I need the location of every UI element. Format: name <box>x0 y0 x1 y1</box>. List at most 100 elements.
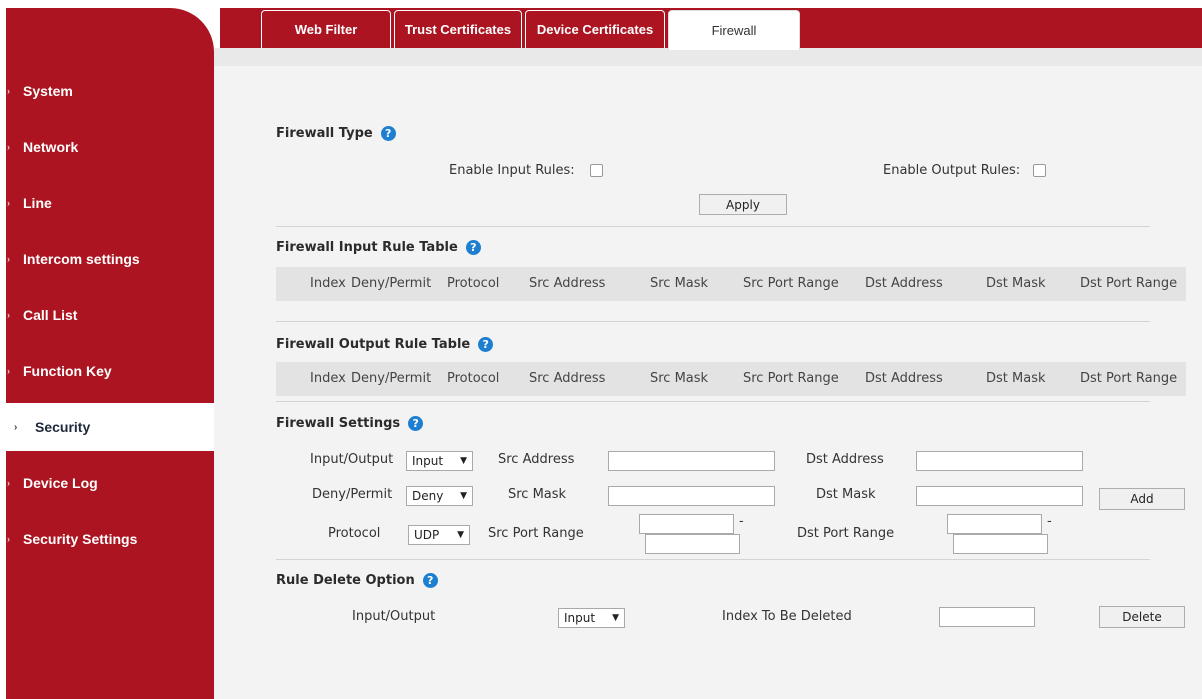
dropdown-caret-icon: ▼ <box>457 530 464 540</box>
help-icon[interactable]: ? <box>478 337 494 352</box>
column-header-src-port-range: Src Port Range <box>743 371 839 386</box>
src-mask-input[interactable] <box>608 486 775 506</box>
help-icon[interactable]: ? <box>408 416 424 431</box>
enable-output-rules-label: Enable Output Rules: <box>883 163 1021 178</box>
input-output-label: Input/Output <box>310 452 394 467</box>
sidebar-item-call-list[interactable]: › Call List <box>6 291 214 339</box>
chevron-right-icon: › <box>14 421 18 433</box>
src-port-start-input[interactable] <box>639 514 734 534</box>
dropdown-caret-icon: ▼ <box>460 456 467 466</box>
column-header-protocol: Protocol <box>447 371 500 386</box>
sidebar-item-line[interactable]: › Line <box>6 179 214 227</box>
chevron-right-icon: › <box>7 478 10 488</box>
dst-mask-label: Dst Mask <box>816 487 876 502</box>
range-dash: - <box>1047 514 1052 529</box>
chevron-right-icon: › <box>7 310 10 320</box>
dst-port-start-input[interactable] <box>947 514 1042 534</box>
src-port-range-label: Src Port Range <box>488 526 584 541</box>
help-icon[interactable]: ? <box>465 240 481 255</box>
tab-firewall[interactable]: Firewall <box>668 10 800 50</box>
column-header-dst-address: Dst Address <box>865 276 943 291</box>
sidebar-item-device-log[interactable]: › Device Log <box>6 459 214 507</box>
dropdown-caret-icon: ▼ <box>612 613 619 623</box>
tab-label: Firewall <box>711 23 757 38</box>
sidebar-item-system[interactable]: › System <box>6 67 214 115</box>
tab-label: Device Certificates <box>536 22 654 37</box>
tab-web-filter[interactable]: Web Filter <box>261 10 391 48</box>
sidebar-item-network[interactable]: › Network <box>6 123 214 171</box>
tab-label: Trust Certificates <box>404 22 512 37</box>
help-icon[interactable]: ? <box>422 573 438 588</box>
sidebar-item-label: Device Log <box>23 475 98 491</box>
sidebar-item-intercom-settings[interactable]: › Intercom settings <box>6 235 214 283</box>
src-address-input[interactable] <box>608 451 775 471</box>
dst-mask-input[interactable] <box>916 486 1083 506</box>
sidebar-item-label: Security Settings <box>23 531 138 547</box>
column-header-protocol: Protocol <box>447 276 500 291</box>
enable-input-rules-label: Enable Input Rules: <box>449 163 575 178</box>
help-icon[interactable]: ? <box>380 126 396 141</box>
input-rule-table-header: Index Deny/Permit Protocol Src Address S… <box>276 267 1186 301</box>
src-mask-label: Src Mask <box>508 487 567 502</box>
dst-address-input[interactable] <box>916 451 1083 471</box>
add-button[interactable]: Add <box>1099 488 1185 510</box>
sidebar-item-label: Line <box>23 195 52 211</box>
sidebar-item-label: Call List <box>23 307 78 323</box>
column-header-src-port-range: Src Port Range <box>743 276 839 291</box>
apply-button[interactable]: Apply <box>699 194 787 215</box>
column-header-dst-address: Dst Address <box>865 371 943 386</box>
column-header-dst-mask: Dst Mask <box>986 371 1046 386</box>
input-rule-table-title: Firewall Input Rule Table? <box>276 240 481 255</box>
tab-trust-certificates[interactable]: Trust Certificates <box>394 10 522 48</box>
src-address-label: Src Address <box>498 452 575 467</box>
section-divider <box>276 321 1150 322</box>
output-rule-table-header: Index Deny/Permit Protocol Src Address S… <box>276 362 1186 396</box>
sidebar-nav: › System › Network › Line › Intercom setting… <box>6 8 214 699</box>
firewall-type-title: Firewall Type? <box>276 126 396 141</box>
column-header-deny-permit: Deny/Permit <box>351 371 432 386</box>
rule-delete-option-title: Rule Delete Option? <box>276 573 438 588</box>
sidebar-item-function-key[interactable]: › Function Key <box>6 347 214 395</box>
deny-permit-label: Deny/Permit <box>312 487 393 502</box>
chevron-right-icon: › <box>7 142 10 152</box>
tab-label: Web Filter <box>294 22 358 37</box>
protocol-label: Protocol <box>328 526 381 541</box>
delete-input-output-label: Input/Output <box>352 609 436 624</box>
tab-bar-shade <box>214 48 1202 66</box>
index-to-be-deleted-label: Index To Be Deleted <box>722 609 852 624</box>
src-port-end-input[interactable] <box>645 534 740 554</box>
delete-input-output-select[interactable]: Input ▼ <box>558 608 625 628</box>
index-to-be-deleted-input[interactable] <box>939 607 1035 627</box>
sidebar-item-security-settings[interactable]: › Security Settings <box>6 515 214 563</box>
input-output-select[interactable]: Input ▼ <box>406 451 473 471</box>
column-header-dst-port-range: Dst Port Range <box>1080 276 1178 291</box>
range-dash: - <box>739 514 744 529</box>
delete-button[interactable]: Delete <box>1099 606 1185 628</box>
sidebar-item-label: Function Key <box>23 363 112 379</box>
firewall-settings-title: Firewall Settings? <box>276 416 424 431</box>
column-header-index: Index <box>310 276 346 291</box>
section-divider <box>276 401 1150 402</box>
section-divider <box>276 226 1150 227</box>
sidebar-item-label: System <box>23 83 73 99</box>
sidebar-item-label: Intercom settings <box>23 251 140 267</box>
sidebar-item-label: Security <box>35 419 91 435</box>
chevron-right-icon: › <box>7 254 10 264</box>
output-rule-table-title: Firewall Output Rule Table? <box>276 337 494 352</box>
dst-port-end-input[interactable] <box>953 534 1048 554</box>
sidebar-item-security[interactable]: › Security <box>6 403 214 451</box>
column-header-src-mask: Src Mask <box>650 371 709 386</box>
column-header-index: Index <box>310 371 346 386</box>
tab-device-certificates[interactable]: Device Certificates <box>525 10 665 48</box>
section-divider <box>276 559 1150 560</box>
column-header-dst-mask: Dst Mask <box>986 276 1046 291</box>
enable-input-rules-checkbox[interactable] <box>590 164 603 177</box>
chevron-right-icon: › <box>7 86 10 96</box>
chevron-right-icon: › <box>7 534 10 544</box>
deny-permit-select[interactable]: Deny ▼ <box>406 486 473 506</box>
column-header-dst-port-range: Dst Port Range <box>1080 371 1178 386</box>
dst-address-label: Dst Address <box>806 452 884 467</box>
enable-output-rules-checkbox[interactable] <box>1033 164 1046 177</box>
protocol-select[interactable]: UDP ▼ <box>408 525 470 545</box>
column-header-src-address: Src Address <box>529 276 606 291</box>
